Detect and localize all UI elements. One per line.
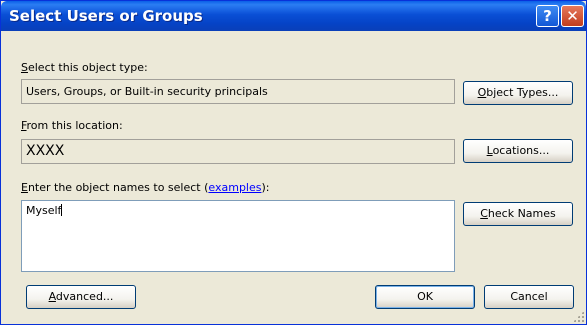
object-names-text: Myself [26, 204, 62, 217]
close-icon: ✕ [566, 7, 579, 25]
close-button[interactable]: ✕ [561, 5, 584, 27]
title-bar[interactable]: Select Users or Groups ? ✕ [1, 1, 586, 31]
examples-link[interactable]: examples [208, 181, 261, 194]
dialog-title: Select Users or Groups [9, 7, 203, 25]
location-label: From this location: [21, 119, 123, 132]
locations-button[interactable]: Locations... [463, 139, 573, 163]
object-names-label: Enter the object names to select (exampl… [21, 181, 270, 194]
check-names-button[interactable]: Check Names [463, 202, 573, 226]
ok-button[interactable]: OK [375, 285, 475, 309]
cancel-button[interactable]: Cancel [484, 285, 574, 309]
help-icon: ? [543, 7, 552, 25]
resize-grip[interactable] [573, 311, 584, 322]
object-type-field: Users, Groups, or Built-in security prin… [21, 79, 455, 104]
text-caret [61, 204, 63, 216]
help-button[interactable]: ? [536, 5, 559, 27]
object-type-label: Select this object type: [21, 61, 148, 74]
select-users-dialog: Select Users or Groups ? ✕ Select this o… [0, 0, 587, 325]
object-types-button[interactable]: Object Types... [463, 81, 573, 105]
advanced-button[interactable]: Advanced... [26, 285, 136, 309]
object-names-input[interactable]: Myself [21, 200, 455, 272]
location-field: XXXX [21, 139, 455, 164]
